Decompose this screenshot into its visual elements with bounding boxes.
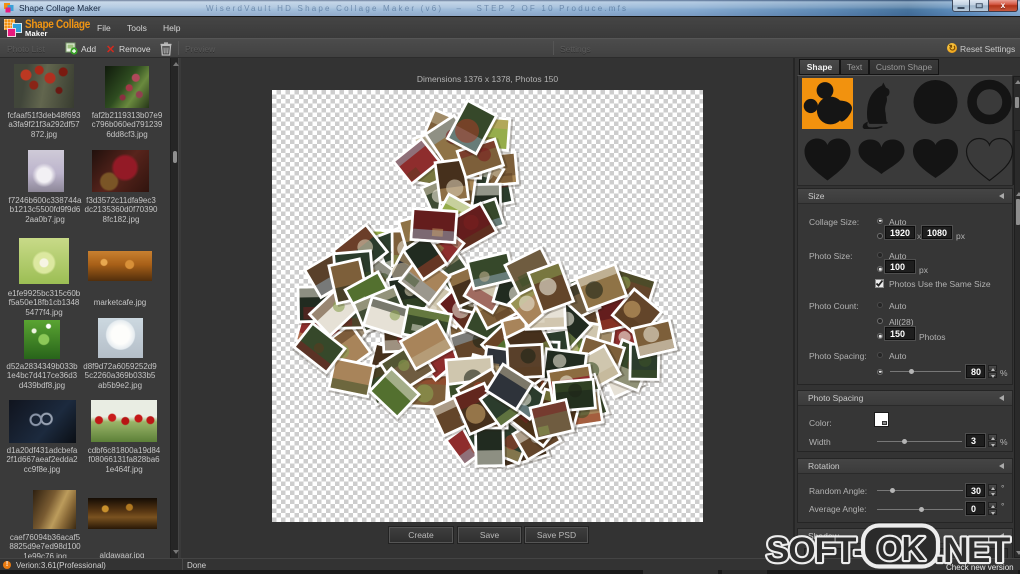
- svg-text:OK: OK: [877, 530, 926, 567]
- svg-text:.NET: .NET: [935, 531, 1010, 570]
- svg-text:SOFT-: SOFT-: [766, 531, 864, 570]
